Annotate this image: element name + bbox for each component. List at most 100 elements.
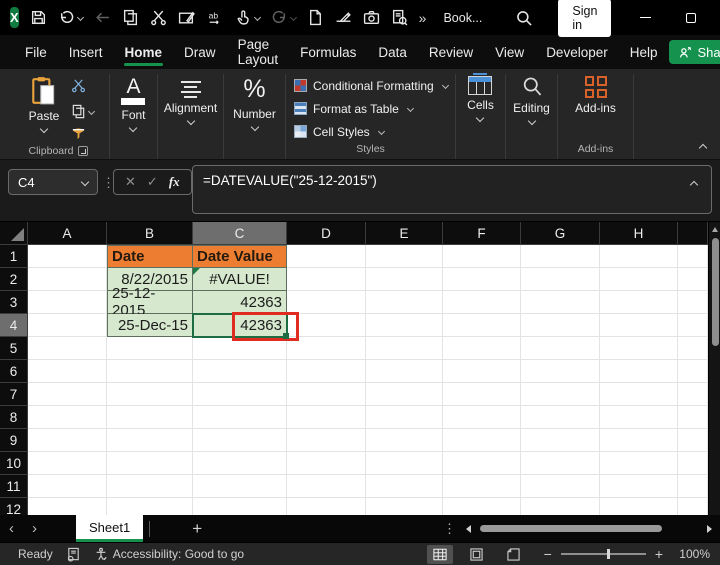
cell-B8[interactable]	[107, 406, 193, 429]
row-header-12[interactable]: 12	[0, 498, 28, 515]
cell-C3[interactable]: 42363	[193, 291, 287, 314]
addins-button[interactable]: Add-ins	[569, 74, 622, 117]
cell-F2[interactable]	[443, 268, 521, 291]
cell-A8[interactable]	[28, 406, 107, 429]
zoom-slider-thumb[interactable]	[606, 549, 611, 559]
cell-G3[interactable]	[521, 291, 600, 314]
font-dropdown-icon[interactable]	[129, 123, 138, 133]
cell-E5[interactable]	[366, 337, 443, 360]
cell-E7[interactable]	[366, 383, 443, 406]
cell-G11[interactable]	[521, 475, 600, 498]
cell-G9[interactable]	[521, 429, 600, 452]
cell-partial-11[interactable]	[678, 475, 708, 498]
copy-button[interactable]	[122, 9, 139, 26]
format-painter-button[interactable]	[71, 125, 94, 145]
minimize-button[interactable]	[622, 0, 668, 35]
font-button[interactable]: A Font	[115, 74, 151, 133]
cell-A1[interactable]	[28, 245, 107, 268]
cell-F4[interactable]	[443, 314, 521, 337]
cell-C9[interactable]	[193, 429, 287, 452]
next-sheet-button[interactable]: ›	[23, 520, 46, 537]
cell-E6[interactable]	[366, 360, 443, 383]
cell-F12[interactable]	[443, 498, 521, 515]
cells-button[interactable]: Cells	[461, 73, 500, 123]
cell-D2[interactable]	[287, 268, 366, 291]
row-header-1[interactable]: 1	[0, 245, 28, 268]
cut-button[interactable]	[150, 9, 167, 26]
cell-G1[interactable]	[521, 245, 600, 268]
row-header-11[interactable]: 11	[0, 475, 28, 498]
cell-C4[interactable]: 42363	[192, 312, 299, 341]
cell-A6[interactable]	[28, 360, 107, 383]
scroll-left-icon[interactable]	[466, 524, 471, 533]
cell-H3[interactable]	[600, 291, 678, 314]
sheet-tab-sheet1[interactable]: Sheet1	[76, 515, 144, 542]
cell-G2[interactable]	[521, 268, 600, 291]
cell-styles-button[interactable]: Cell Styles	[290, 120, 385, 143]
cell-G4[interactable]	[521, 314, 600, 337]
format-as-table-button[interactable]: Format as Table	[290, 97, 414, 120]
cell-partial-7[interactable]	[678, 383, 708, 406]
cell-B6[interactable]	[107, 360, 193, 383]
conditional-formatting-button[interactable]: Conditional Formatting	[290, 74, 449, 97]
cell-H1[interactable]	[600, 245, 678, 268]
cell-A12[interactable]	[28, 498, 107, 515]
tab-view[interactable]: View	[484, 35, 535, 69]
cell-D7[interactable]	[287, 383, 366, 406]
cell-C10[interactable]	[193, 452, 287, 475]
cell-A5[interactable]	[28, 337, 107, 360]
zoom-slider[interactable]	[560, 549, 646, 559]
cell-F1[interactable]	[443, 245, 521, 268]
clipboard-dialog-launcher-icon[interactable]	[78, 146, 89, 156]
cell-E9[interactable]	[366, 429, 443, 452]
cell-partial-6[interactable]	[678, 360, 708, 383]
cell-F3[interactable]	[443, 291, 521, 314]
autocorrect-button[interactable]: ab	[206, 9, 224, 26]
alignment-dropdown-icon[interactable]	[186, 116, 195, 126]
cell-H6[interactable]	[600, 360, 678, 383]
cell-B12[interactable]	[107, 498, 193, 515]
macro-record-button[interactable]	[66, 547, 81, 562]
ink-pen-button[interactable]	[335, 9, 352, 26]
tab-review[interactable]: Review	[418, 35, 484, 69]
cell-G8[interactable]	[521, 406, 600, 429]
previous-sheet-button[interactable]: ‹	[0, 520, 23, 537]
name-box-dropdown-icon[interactable]	[80, 177, 90, 187]
tab-insert[interactable]: Insert	[58, 35, 114, 69]
cell-A4[interactable]	[28, 314, 107, 337]
cell-H5[interactable]	[600, 337, 678, 360]
row-header-3[interactable]: 3	[0, 291, 28, 314]
column-header-a[interactable]: A	[28, 222, 107, 245]
new-file-button[interactable]	[307, 9, 324, 26]
enter-button[interactable]: ✓	[147, 174, 158, 190]
back-button[interactable]	[94, 9, 111, 26]
save-button[interactable]	[30, 9, 47, 26]
share-button[interactable]: Share	[668, 40, 720, 64]
cell-C1[interactable]: Date Value	[193, 245, 287, 268]
column-header-f[interactable]: F	[443, 222, 521, 245]
cell-D12[interactable]	[287, 498, 366, 515]
tab-developer[interactable]: Developer	[535, 35, 619, 69]
undo-button[interactable]	[58, 9, 84, 26]
row-header-10[interactable]: 10	[0, 452, 28, 475]
cut-button[interactable]	[71, 78, 94, 98]
cell-B5[interactable]	[107, 337, 193, 360]
new-sheet-button[interactable]: +	[192, 519, 202, 539]
horizontal-scroll-thumb[interactable]	[480, 525, 662, 532]
cell-B7[interactable]	[107, 383, 193, 406]
cell-partial-9[interactable]	[678, 429, 708, 452]
cell-D1[interactable]	[287, 245, 366, 268]
cell-B9[interactable]	[107, 429, 193, 452]
cell-partial-2[interactable]	[678, 268, 708, 291]
collapse-formula-bar-icon[interactable]	[689, 180, 699, 190]
row-header-7[interactable]: 7	[0, 383, 28, 406]
sheet-bar-more-icon[interactable]: ⋮	[433, 521, 466, 537]
horizontal-scroll-track[interactable]	[478, 524, 700, 534]
number-button[interactable]: % Number	[227, 74, 282, 132]
print-preview-button[interactable]	[391, 9, 408, 26]
cancel-button[interactable]: ✕	[125, 174, 136, 190]
tab-page-layout[interactable]: Page Layout	[227, 35, 290, 69]
redo-dropdown-icon[interactable]	[289, 13, 297, 22]
vertical-scrollbar[interactable]	[708, 222, 720, 515]
accessibility-status[interactable]: Accessibility: Good to go	[94, 547, 244, 562]
